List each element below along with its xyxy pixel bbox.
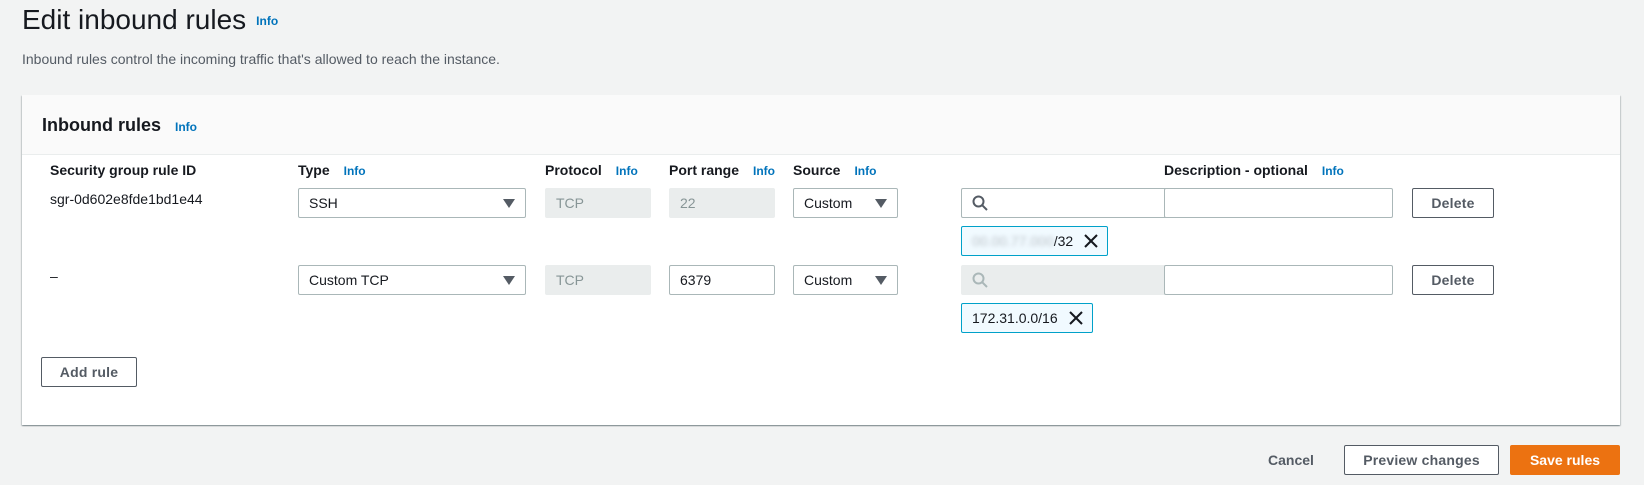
port-range-info-link[interactable]: Info: [753, 164, 775, 178]
source-token-label: 172.31.0.0/16: [972, 310, 1058, 326]
port-range-field: 22: [669, 188, 775, 218]
column-header-description: Description - optional Info: [1164, 162, 1344, 178]
page-description: Inbound rules control the incoming traff…: [22, 51, 500, 67]
preview-changes-button[interactable]: Preview changes: [1344, 445, 1499, 475]
column-label: Source: [793, 162, 841, 178]
source-select[interactable]: Custom: [793, 188, 898, 218]
caret-down-icon: [875, 275, 887, 285]
source-token: 00.00.77.000/32: [961, 226, 1109, 256]
page-title-text: Edit inbound rules: [22, 4, 247, 35]
save-rules-button[interactable]: Save rules: [1510, 445, 1620, 475]
column-label: Security group rule ID: [50, 162, 197, 178]
rule-id: sgr-0d602e8fde1bd1e44: [50, 191, 203, 207]
caret-down-icon: [503, 275, 515, 285]
close-icon[interactable]: [1083, 233, 1099, 249]
protocol-info-link[interactable]: Info: [616, 164, 638, 178]
cancel-button[interactable]: Cancel: [1268, 452, 1314, 468]
caret-down-icon: [875, 198, 887, 208]
description-input[interactable]: [1164, 188, 1393, 218]
inbound-rules-panel: Inbound rules Info Security group rule I…: [22, 95, 1620, 425]
port-range-input[interactable]: 6379: [669, 265, 775, 295]
cidr-suffix: /32: [1053, 233, 1074, 249]
panel-info-link[interactable]: Info: [175, 120, 197, 134]
type-select[interactable]: Custom TCP: [298, 265, 526, 295]
panel-title: Inbound rules: [42, 115, 161, 135]
page-info-link[interactable]: Info: [256, 14, 278, 28]
column-label: Description - optional: [1164, 162, 1308, 178]
protocol-field: TCP: [545, 265, 651, 295]
close-icon[interactable]: [1068, 310, 1084, 326]
type-select-value: Custom TCP: [309, 272, 389, 288]
redacted-ip: 00.00.77.000: [972, 233, 1054, 249]
source-token-label: 00.00.77.000/32: [972, 233, 1073, 249]
column-header-rule-id: Security group rule ID: [50, 162, 196, 178]
rule-id: –: [50, 268, 58, 284]
protocol-field: TCP: [545, 188, 651, 218]
column-header-port-range: Port range Info: [669, 162, 775, 178]
panel-header: Inbound rules Info: [22, 95, 1620, 155]
delete-button[interactable]: Delete: [1412, 265, 1494, 295]
type-select-value: SSH: [309, 195, 338, 211]
source-select-value: Custom: [804, 195, 853, 211]
description-input[interactable]: [1164, 265, 1393, 295]
source-info-link[interactable]: Info: [854, 164, 876, 178]
source-token: 172.31.0.0/16: [961, 303, 1093, 333]
source-select-value: Custom: [804, 272, 853, 288]
description-info-link[interactable]: Info: [1322, 164, 1344, 178]
search-icon: [972, 272, 988, 288]
column-label: Protocol: [545, 162, 602, 178]
add-rule-button[interactable]: Add rule: [41, 357, 137, 387]
caret-down-icon: [503, 198, 515, 208]
search-icon: [972, 195, 988, 211]
column-label: Port range: [669, 162, 740, 178]
column-label: Type: [298, 162, 330, 178]
column-header-protocol: Protocol Info: [545, 162, 638, 178]
page-title: Edit inbound rules Info: [22, 4, 278, 36]
type-info-link[interactable]: Info: [344, 164, 366, 178]
column-header-source: Source Info: [793, 162, 876, 178]
delete-button[interactable]: Delete: [1412, 188, 1494, 218]
column-header-type: Type Info: [298, 162, 366, 178]
source-select[interactable]: Custom: [793, 265, 898, 295]
type-select[interactable]: SSH: [298, 188, 526, 218]
